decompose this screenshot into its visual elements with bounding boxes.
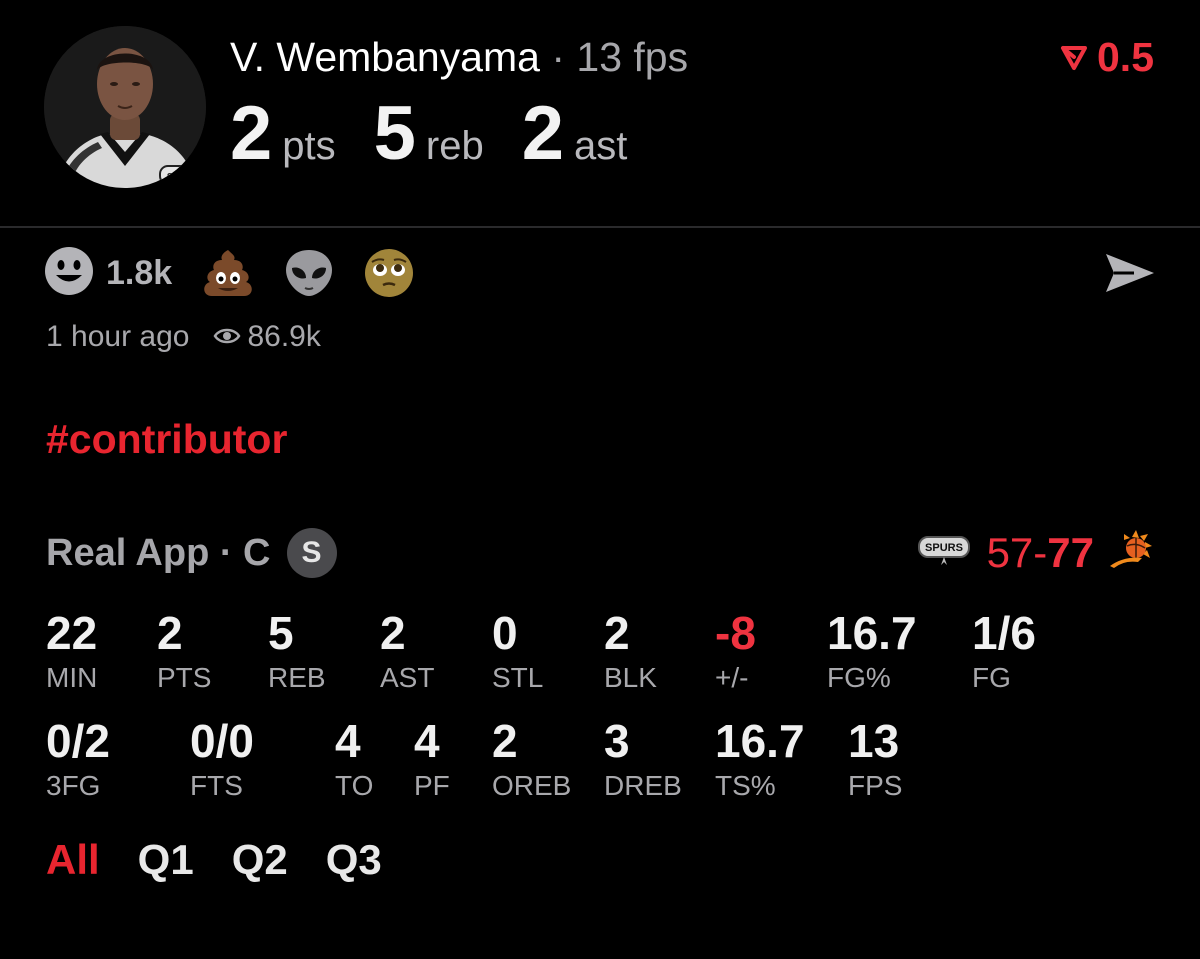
points-value: 2: [230, 91, 273, 176]
stat-value: 22: [46, 607, 98, 659]
send-icon: [1106, 254, 1154, 292]
stat-label: STL: [492, 662, 544, 693]
stat-value: 0: [492, 607, 518, 659]
assists-label: ast: [574, 124, 628, 168]
svg-text:SPURS: SPURS: [167, 172, 202, 183]
stat-value: 2: [492, 715, 518, 767]
vote-indicator[interactable]: 0.5: [1059, 34, 1154, 80]
player-statline: 2 pts 5 reb 2 ast: [230, 96, 665, 176]
stat-plus-minus: -8 +/-: [715, 608, 756, 694]
stat-fps: 13 FPS: [848, 716, 902, 802]
stat-value: 2: [380, 607, 406, 659]
stat-value: 0/0: [190, 715, 254, 767]
post-time: 1 hour ago: [46, 320, 190, 353]
view-count: 86.9k: [247, 320, 321, 353]
rebounds-value: 5: [373, 91, 416, 176]
stat-label: FG%: [827, 662, 891, 693]
tab-q1[interactable]: Q1: [138, 836, 194, 884]
reaction-count: 1.8k: [106, 253, 173, 292]
stat-ast: 2 AST: [380, 608, 434, 694]
stat-pf: 4 PF: [414, 716, 450, 802]
stat-label: TO: [335, 770, 374, 801]
stat-value: 13: [848, 715, 900, 767]
header-divider: [0, 226, 1200, 228]
stat-label: FPS: [848, 770, 903, 801]
alien-emoji-icon[interactable]: [284, 248, 334, 298]
down-arrow-icon: [1061, 46, 1087, 70]
stat-stl: 0 STL: [492, 608, 543, 694]
stat-value: 2: [604, 607, 630, 659]
tab-q3[interactable]: Q3: [326, 836, 382, 884]
stat-value: 2: [157, 607, 183, 659]
stat-label: REB: [268, 662, 326, 693]
stat-fg: 1/6 FG: [972, 608, 1036, 694]
stat-value: 5: [268, 607, 294, 659]
poop-emoji-icon[interactable]: [202, 248, 254, 298]
stat-label: PF: [414, 770, 450, 801]
reactions-bar: 1.8k: [44, 246, 444, 301]
stat-label: +/-: [715, 662, 749, 693]
stat-label: 3FG: [46, 770, 101, 801]
points-label: pts: [282, 124, 336, 168]
stat-pts: 2 PTS: [157, 608, 211, 694]
stat-3fg: 0/2 3FG: [46, 716, 110, 802]
stat-value: 1/6: [972, 607, 1036, 659]
stat-value: -8: [715, 607, 756, 659]
tab-q2[interactable]: Q2: [232, 836, 288, 884]
stat-oreb: 2 OREB: [492, 716, 571, 802]
stat-min: 22 MIN: [46, 608, 97, 694]
stat-value: 3: [604, 715, 630, 767]
stat-dreb: 3 DREB: [604, 716, 682, 802]
hashtag-link[interactable]: #contributor: [46, 416, 287, 463]
home-score: 57: [986, 529, 1034, 576]
source-name: Real App · C: [46, 531, 271, 574]
player-fps: 13 fps: [576, 34, 689, 80]
vote-value: 0.5: [1097, 34, 1154, 80]
stat-fg-pct: 16.7 FG%: [827, 608, 917, 694]
score-separator: -: [1033, 529, 1048, 576]
stat-label: DREB: [604, 770, 682, 801]
player-photo: SPURS: [44, 26, 206, 188]
stat-to: 4 TO: [335, 716, 373, 802]
stat-value: 4: [335, 715, 361, 767]
source-badge[interactable]: S: [286, 528, 337, 578]
player-fps-separator: ·: [551, 34, 577, 80]
stat-reb: 5 REB: [268, 608, 326, 694]
assists-value: 2: [521, 91, 565, 176]
stat-label: MIN: [46, 662, 98, 693]
away-score: 77: [1047, 529, 1094, 576]
stat-label: TS%: [715, 770, 776, 801]
stat-ts-pct: 16.7 TS%: [715, 716, 805, 802]
stat-fts: 0/0 FTS: [190, 716, 254, 802]
post-meta: 1 hour ago 86.9k: [46, 320, 321, 354]
spurs-logo-icon: SPURS: [917, 529, 971, 577]
stat-value: 0/2: [46, 715, 110, 767]
tab-all[interactable]: All: [46, 836, 100, 884]
stat-label: AST: [380, 662, 435, 693]
eye-icon: [213, 320, 241, 354]
source-label: Real App · C S: [46, 528, 337, 578]
stat-label: PTS: [157, 662, 212, 693]
svg-text:SPURS: SPURS: [925, 542, 963, 554]
stat-label: FTS: [190, 770, 243, 801]
stat-blk: 2 BLK: [604, 608, 657, 694]
stat-value: 16.7: [827, 607, 917, 659]
rebounds-label: reb: [425, 124, 484, 168]
game-score[interactable]: SPURS 57 - 77: [917, 526, 1154, 580]
smiley-face-icon[interactable]: [44, 246, 94, 301]
suns-logo-icon: [1108, 526, 1154, 580]
stat-label: FG: [972, 662, 1011, 693]
stat-value: 4: [414, 715, 440, 767]
period-tabs: All Q1 Q2 Q3: [46, 836, 420, 884]
player-name[interactable]: V. Wembanyama: [230, 34, 540, 80]
player-avatar[interactable]: SPURS: [44, 26, 206, 188]
stat-label: OREB: [492, 770, 572, 801]
pleading-face-emoji-icon[interactable]: [364, 248, 414, 298]
stat-value: 16.7: [715, 715, 805, 767]
stat-label: BLK: [604, 662, 657, 693]
player-title: V. Wembanyama · 13 fps: [230, 34, 688, 80]
share-button[interactable]: [1104, 250, 1156, 301]
